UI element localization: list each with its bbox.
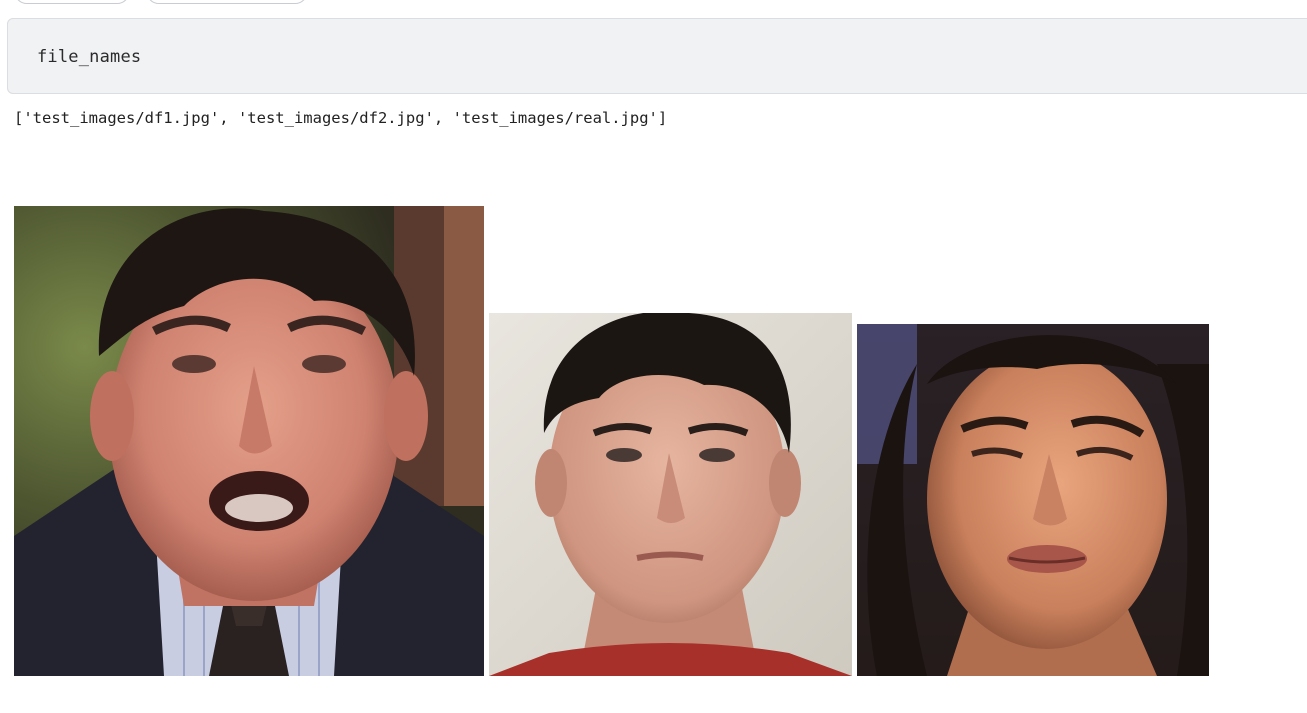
code-cell[interactable]: file_names	[7, 18, 1307, 94]
notebook-page: file_names ['test_images/df1.jpg', 'test…	[0, 0, 1307, 713]
toolbar-button[interactable]	[14, 0, 130, 4]
face-image-1	[14, 206, 484, 676]
toolbar-button[interactable]	[146, 0, 308, 4]
face-image-2	[489, 313, 852, 676]
code-cell-source[interactable]: file_names	[37, 47, 141, 67]
face-image-3	[857, 324, 1209, 676]
cell-output: ['test_images/df1.jpg', 'test_images/df2…	[14, 109, 668, 127]
